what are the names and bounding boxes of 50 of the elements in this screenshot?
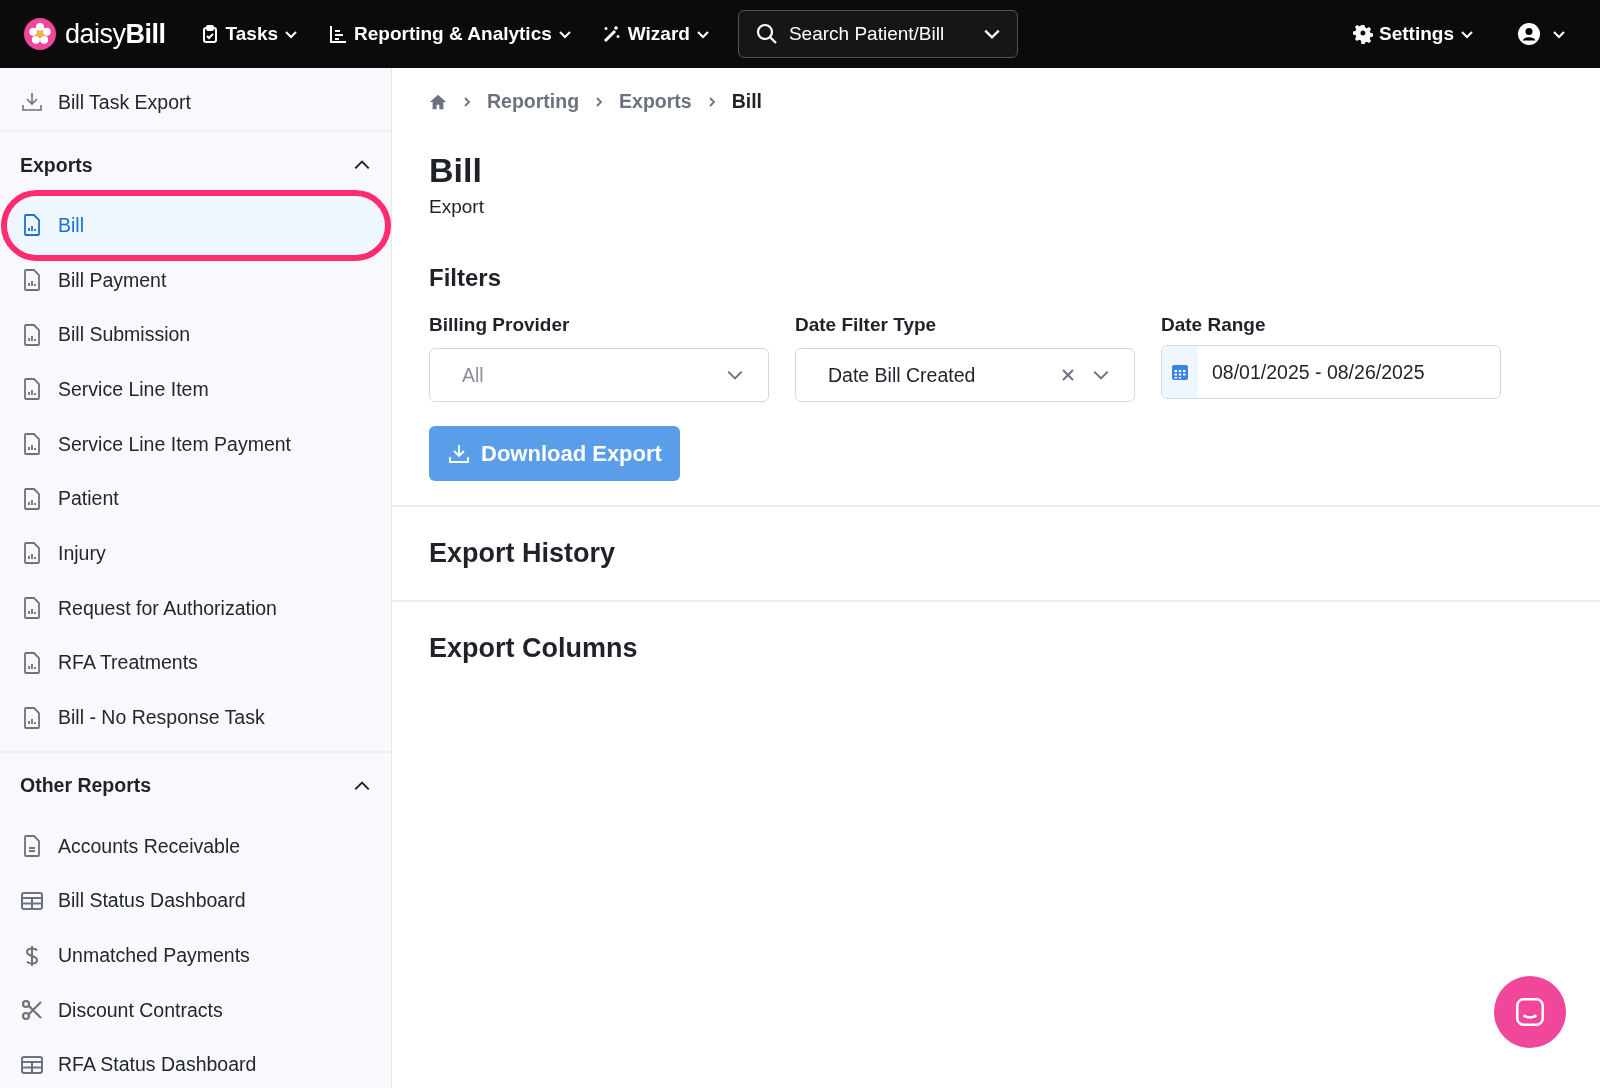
field-label: Date Filter Type (795, 314, 938, 336)
settings-icon (1353, 24, 1374, 44)
breadcrumb-link[interactable]: Reporting (487, 90, 580, 113)
sidebar-item[interactable]: Bill Task Export (0, 74, 391, 132)
brand-name[interactable]: daisyBill (65, 18, 166, 50)
page-subtitle: Export (429, 196, 485, 218)
nav-menu[interactable]: Tasks (189, 17, 308, 51)
page-title: Bill (429, 151, 483, 190)
sidebar-item[interactable]: Bill (4, 198, 387, 253)
field-label: Billing Provider (429, 314, 571, 336)
search-field[interactable]: Search Patient/Bill (737, 10, 1018, 58)
clear-icon[interactable] (1060, 367, 1076, 383)
sidebar-item[interactable]: Request for Authorization (0, 580, 391, 636)
scissors-icon (20, 998, 44, 1023)
sidebar-item[interactable]: Bill Payment (0, 252, 391, 308)
date-range-field[interactable]: 08/01/2025 - 08/26/2025 (1161, 345, 1501, 399)
settings-menu[interactable]: Settings (1343, 17, 1484, 51)
breadcrumb-link[interactable]: Exports (619, 90, 692, 113)
filters-heading: Filters (429, 264, 503, 292)
sidebar-item[interactable]: Bill Status Dashboard (0, 873, 391, 929)
section-title: Exports (20, 153, 93, 177)
home-icon[interactable] (429, 92, 447, 111)
sidebar-item[interactable]: RFA Status Dashboard (0, 1037, 391, 1088)
section-heading[interactable]: Export Columns (429, 633, 638, 664)
sidebar-item[interactable]: Injury (0, 526, 391, 581)
magic-wand-icon (601, 24, 622, 44)
search-icon (754, 22, 779, 46)
section-title: Other Reports (20, 774, 152, 798)
sidebar-item[interactable]: Discount Contracts (0, 982, 391, 1038)
sidebar-item[interactable]: RFA Treatments (0, 635, 391, 691)
sidebar-item[interactable]: Patient (0, 471, 391, 527)
sidebar-item[interactable]: Unmatched Payments (0, 928, 391, 983)
download-tray-icon (20, 90, 44, 114)
user-avatar-icon (1518, 23, 1540, 45)
sidebar-item[interactable]: Service Line Item Payment (0, 416, 391, 472)
sidebar-item[interactable]: Bill Submission (0, 307, 391, 363)
bar-chart-icon (328, 24, 348, 44)
chat-icon (1513, 995, 1547, 1029)
sidebar-item[interactable]: Service Line Item (0, 362, 391, 417)
field-label: Date Range (1161, 314, 1267, 336)
nav-menu[interactable]: Reporting & Analytics (318, 17, 582, 51)
sidebar-item[interactable]: Accounts Receivable (0, 818, 391, 874)
calendar-icon (1170, 362, 1190, 382)
breadcrumb-link[interactable]: Bill (731, 90, 763, 113)
flower-logo-icon (24, 18, 56, 50)
chevron-right-icon (461, 95, 473, 108)
sidebar-item[interactable]: Bill - No Response Task (0, 690, 391, 745)
date-filter-type-dropdown[interactable]: Date Bill Created (795, 348, 1135, 402)
section-heading[interactable]: Export History (429, 538, 616, 569)
nav-menu[interactable]: Wizard (591, 17, 720, 51)
